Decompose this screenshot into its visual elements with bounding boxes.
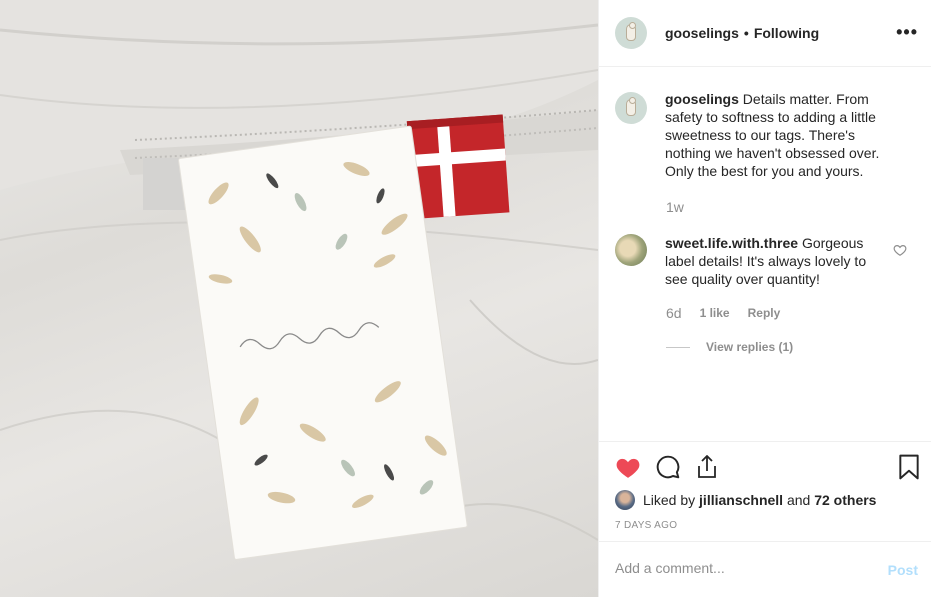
commenter-username[interactable]: sweet.life.with.three	[665, 235, 798, 251]
comment-icon[interactable]	[655, 454, 681, 485]
liked-by-prefix: Liked by	[643, 492, 696, 508]
caption-avatar[interactable]	[615, 92, 647, 124]
reply-button[interactable]: Reply	[748, 306, 781, 320]
liked-by-user[interactable]: jillianschnell	[699, 492, 783, 508]
comment-like-heart-icon[interactable]	[893, 243, 907, 257]
post-panel: gooselings • Following ••• gooselings De…	[598, 0, 931, 597]
comment-input[interactable]	[615, 560, 865, 576]
share-icon[interactable]	[695, 454, 719, 485]
comment-time[interactable]: 6d	[666, 305, 682, 321]
comment-text-block: sweet.life.with.three Gorgeous label det…	[665, 234, 885, 288]
add-comment-bar: Post	[599, 541, 931, 597]
action-icons	[615, 454, 733, 485]
goose-logo-icon	[626, 22, 636, 41]
caption-text-block: gooselings Details matter. From safety t…	[665, 90, 900, 180]
more-options-icon[interactable]: •••	[896, 23, 918, 41]
liked-by-conj: and	[786, 492, 811, 508]
view-replies-button[interactable]: View replies (1)	[666, 340, 793, 354]
comment-meta: 6d 1 like Reply	[666, 305, 780, 321]
post-photo[interactable]	[0, 0, 598, 597]
author-avatar[interactable]	[615, 17, 647, 49]
author-line: gooselings • Following	[665, 25, 819, 41]
photo-illustration	[0, 0, 598, 560]
liker-avatar[interactable]	[615, 490, 635, 510]
goose-logo-icon	[626, 97, 636, 116]
heart-filled-icon[interactable]	[615, 455, 641, 484]
post-caption: gooselings Details matter. From safety t…	[615, 90, 915, 180]
author-username[interactable]: gooselings	[665, 25, 739, 41]
liked-by-line: Liked by jillianschnell and 72 others	[615, 490, 876, 510]
separator-dot: •	[743, 25, 749, 41]
post-header: gooselings • Following •••	[599, 0, 931, 67]
view-replies-label: View replies (1)	[706, 340, 794, 354]
follow-status-button[interactable]: Following	[754, 25, 819, 41]
liked-by-others[interactable]: 72 others	[814, 492, 876, 508]
comment-item: sweet.life.with.three Gorgeous label det…	[615, 234, 925, 288]
replies-divider-line	[666, 346, 690, 348]
commenter-avatar[interactable]	[615, 234, 647, 266]
bookmark-icon[interactable]	[898, 454, 920, 485]
action-bar: Liked by jillianschnell and 72 others 7 …	[599, 441, 931, 541]
caption-time[interactable]: 1w	[666, 199, 684, 215]
comment-likes[interactable]: 1 like	[700, 306, 730, 320]
caption-username[interactable]: gooselings	[665, 91, 739, 107]
post-comment-button[interactable]: Post	[888, 562, 918, 578]
posted-time[interactable]: 7 DAYS AGO	[615, 520, 677, 531]
